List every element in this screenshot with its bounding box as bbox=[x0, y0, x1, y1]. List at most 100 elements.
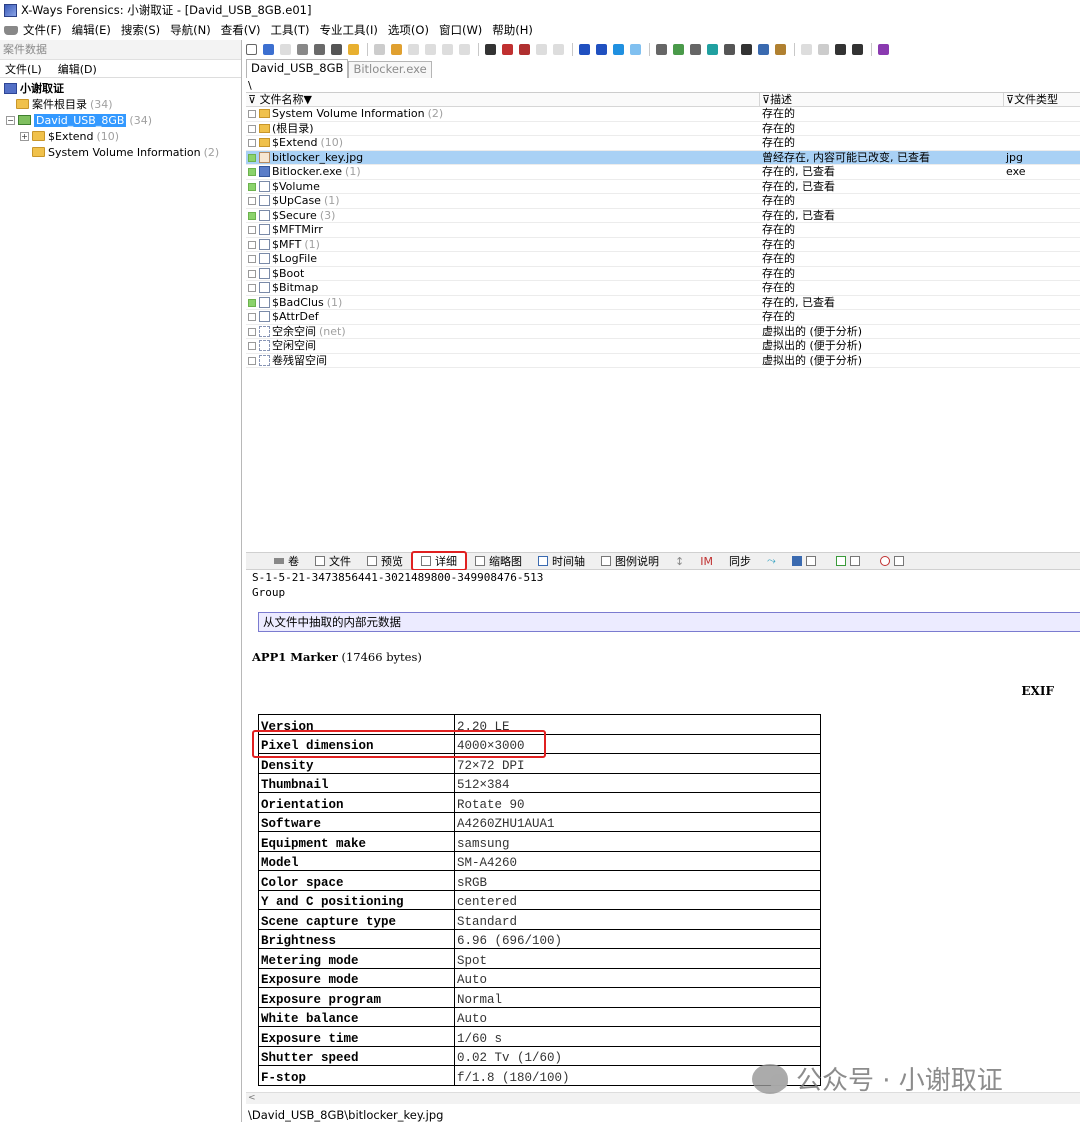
file-row[interactable]: $BadClus (1) 存在的, 已查看 bbox=[246, 296, 1080, 310]
menu-tools[interactable]: 工具(T) bbox=[271, 22, 310, 38]
replace-hex-icon[interactable] bbox=[553, 43, 564, 55]
file-row[interactable]: 卷残留空间 虚拟出的 (便于分析) bbox=[246, 354, 1080, 368]
binoculars-icon[interactable] bbox=[784, 553, 828, 569]
file-row[interactable]: $Boot 存在的 bbox=[246, 267, 1080, 281]
paste-icon[interactable] bbox=[408, 43, 419, 55]
row-checkbox[interactable] bbox=[248, 298, 256, 307]
file-row[interactable]: $MFTMirr 存在的 bbox=[246, 223, 1080, 238]
goto-offset-icon[interactable] bbox=[579, 43, 590, 55]
search-icon[interactable] bbox=[724, 43, 735, 55]
tree-disk[interactable]: − David_USB_8GB (34) bbox=[0, 112, 241, 128]
menu-navigate[interactable]: 导航(N) bbox=[170, 22, 211, 38]
find-icon[interactable] bbox=[485, 43, 496, 55]
file-row[interactable]: System Volume Information (2) 存在的 bbox=[246, 107, 1080, 122]
options-icon[interactable] bbox=[872, 553, 916, 569]
tab-david-usb[interactable]: David_USB_8GB bbox=[246, 59, 349, 78]
file-row[interactable]: Bitlocker.exe (1) 存在的, 已查看 exe bbox=[246, 165, 1080, 180]
gallery-icon[interactable] bbox=[741, 43, 752, 55]
sort-icon[interactable]: ↕ bbox=[667, 553, 692, 569]
file-row[interactable]: $AttrDef 存在的 bbox=[246, 310, 1080, 325]
tab-bitlocker-exe[interactable]: Bitlocker.exe bbox=[348, 61, 432, 78]
file-row[interactable]: $UpCase (1) 存在的 bbox=[246, 194, 1080, 209]
menu-file[interactable]: 文件(F) bbox=[23, 22, 62, 38]
disk-tools-icon[interactable] bbox=[656, 43, 667, 55]
row-checkbox[interactable] bbox=[248, 139, 256, 147]
tree-svi[interactable]: System Volume Information (2) bbox=[0, 144, 241, 160]
fill-icon[interactable] bbox=[459, 43, 470, 55]
disk-icon[interactable] bbox=[314, 43, 325, 55]
replace-icon[interactable] bbox=[536, 43, 547, 55]
properties-icon[interactable] bbox=[331, 43, 342, 55]
row-checkbox[interactable] bbox=[248, 342, 256, 350]
row-checkbox[interactable] bbox=[248, 327, 256, 336]
row-checkbox[interactable] bbox=[248, 153, 256, 162]
filter-icon[interactable]: ⊽ bbox=[1006, 93, 1014, 106]
file-row[interactable]: bitlocker_key.jpg 曾经存在, 内容可能已改变, 已查看 jpg bbox=[246, 150, 1080, 165]
file-row[interactable]: 空闲空间 虚拟出的 (便于分析) bbox=[246, 339, 1080, 354]
book-icon[interactable] bbox=[878, 43, 889, 55]
file-row[interactable]: $MFT (1) 存在的 bbox=[246, 238, 1080, 252]
undo-icon[interactable] bbox=[374, 43, 385, 55]
tree-extend[interactable]: + $Extend (10) bbox=[0, 128, 241, 144]
column-type-header[interactable]: ⊽文件类型 bbox=[1004, 93, 1080, 106]
menu-search[interactable]: 搜索(S) bbox=[121, 22, 160, 38]
case-menu-file[interactable]: 文件(L) bbox=[5, 61, 42, 77]
row-checkbox[interactable] bbox=[248, 197, 256, 205]
view-tab-sync[interactable]: 同步 bbox=[721, 553, 759, 569]
attach-icon[interactable] bbox=[828, 553, 872, 569]
new-file-icon[interactable] bbox=[246, 43, 257, 55]
export-icon[interactable] bbox=[348, 43, 359, 55]
view-tab-timeline[interactable]: 时间轴 bbox=[530, 553, 593, 569]
view-tab-gallery[interactable]: 缩略图 bbox=[467, 553, 530, 569]
binoculars-icon[interactable] bbox=[801, 43, 812, 55]
tree-case[interactable]: 小谢取证 bbox=[0, 80, 241, 96]
hash-icon[interactable] bbox=[690, 43, 701, 55]
row-checkbox[interactable] bbox=[248, 211, 256, 220]
goto-sector-icon[interactable] bbox=[596, 43, 607, 55]
row-checkbox[interactable] bbox=[248, 255, 256, 263]
filter-icon[interactable]: ⊽ bbox=[762, 93, 770, 106]
sync-arrow-icon[interactable]: ⤳ bbox=[759, 553, 784, 569]
back-icon[interactable] bbox=[613, 43, 624, 55]
file-row[interactable]: 空余空间 (net) 虚拟出的 (便于分析) bbox=[246, 325, 1080, 339]
view-tab-legend[interactable]: 图例说明 bbox=[593, 553, 667, 569]
next-icon[interactable] bbox=[852, 43, 863, 55]
menu-specialist[interactable]: 专业工具(I) bbox=[320, 22, 378, 38]
menu-help[interactable]: 帮助(H) bbox=[492, 22, 533, 38]
file-row[interactable]: $Secure (3) 存在的, 已查看 bbox=[246, 209, 1080, 223]
find-hex-icon[interactable] bbox=[502, 43, 513, 55]
print-icon[interactable] bbox=[297, 43, 308, 55]
row-checkbox[interactable] bbox=[248, 313, 256, 321]
row-checkbox[interactable] bbox=[248, 110, 256, 118]
row-checkbox[interactable] bbox=[248, 269, 256, 278]
row-checkbox[interactable] bbox=[248, 226, 256, 234]
view-tab-details[interactable]: 详细 bbox=[411, 551, 467, 571]
file-row[interactable]: $Bitmap 存在的 bbox=[246, 281, 1080, 296]
view-tab-file[interactable]: 文件 bbox=[307, 553, 359, 569]
refine-snapshot-icon[interactable] bbox=[673, 43, 684, 55]
menu-options[interactable]: 选项(O) bbox=[388, 22, 429, 38]
row-checkbox[interactable] bbox=[248, 168, 256, 176]
row-checkbox[interactable] bbox=[248, 284, 256, 292]
menu-view[interactable]: 查看(V) bbox=[221, 22, 261, 38]
calculator-icon[interactable] bbox=[707, 43, 718, 55]
file-row[interactable]: $Volume 存在的, 已查看 bbox=[246, 180, 1080, 194]
row-checkbox[interactable] bbox=[248, 356, 256, 365]
find-next-icon[interactable] bbox=[519, 43, 530, 55]
row-checkbox[interactable] bbox=[248, 240, 256, 249]
case-menu-edit[interactable]: 编辑(D) bbox=[58, 61, 97, 77]
menu-window[interactable]: 窗口(W) bbox=[439, 22, 482, 38]
collapse-icon[interactable]: − bbox=[6, 115, 15, 125]
file-row[interactable]: $Extend (10) 存在的 bbox=[246, 136, 1080, 151]
save-icon[interactable] bbox=[280, 43, 291, 55]
file-row[interactable]: (根目录) 存在的 bbox=[246, 122, 1080, 136]
view-tab-im[interactable]: IM bbox=[692, 553, 721, 569]
row-checkbox[interactable] bbox=[248, 124, 256, 133]
open-icon[interactable] bbox=[263, 43, 274, 55]
row-checkbox[interactable] bbox=[248, 182, 256, 191]
expand-icon[interactable]: + bbox=[20, 131, 29, 141]
menu-edit[interactable]: 编辑(E) bbox=[72, 22, 111, 38]
picture-icon[interactable] bbox=[758, 43, 769, 55]
file-row[interactable]: $LogFile 存在的 bbox=[246, 252, 1080, 267]
previous-icon[interactable] bbox=[835, 43, 846, 55]
